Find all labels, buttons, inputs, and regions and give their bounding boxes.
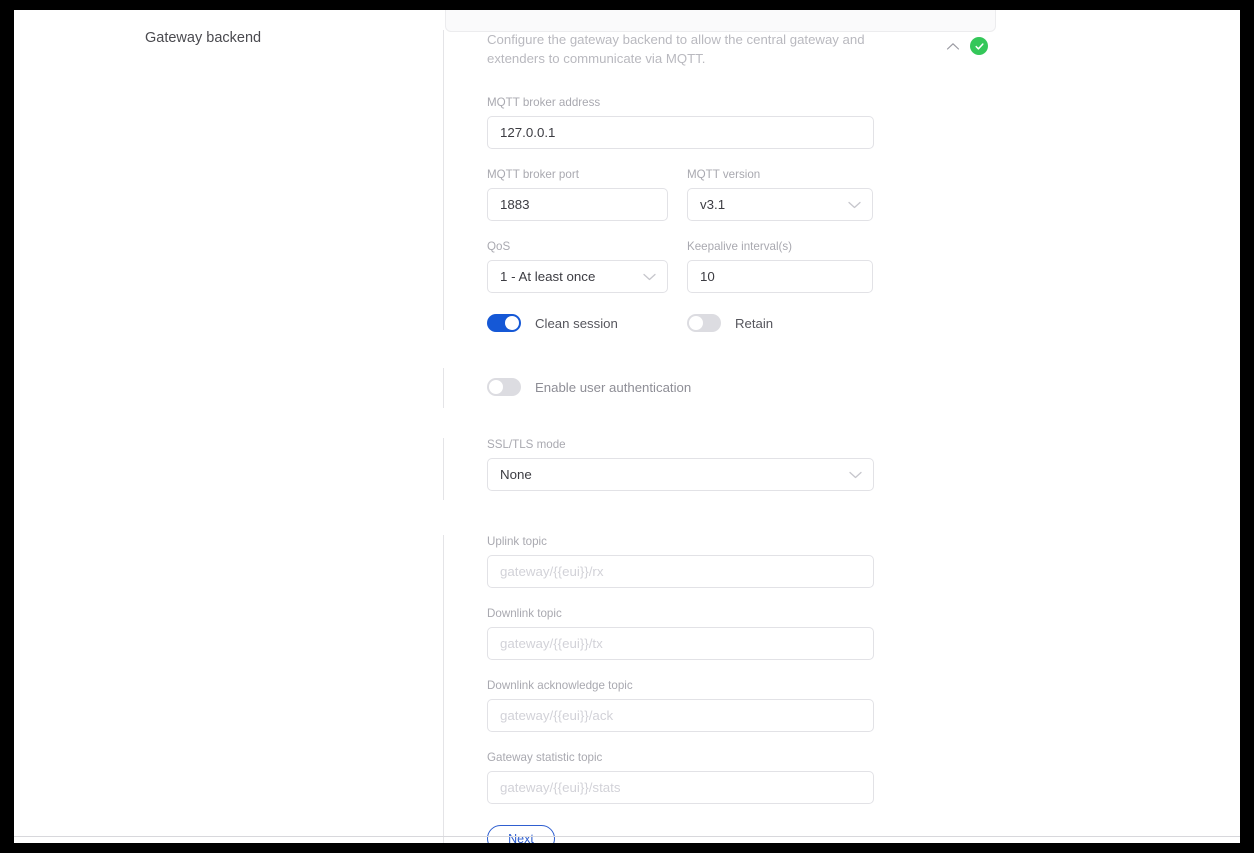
- ssl-tls-label: SSL/TLS mode: [487, 438, 566, 451]
- gateway-statistic-topic-label: Gateway statistic topic: [487, 751, 603, 764]
- broker-port-input[interactable]: 1883: [487, 188, 668, 221]
- user-authentication-toggle[interactable]: Enable user authentication: [487, 368, 1003, 396]
- next-button[interactable]: Next: [487, 825, 555, 843]
- broker-address-value: 127.0.0.1: [500, 125, 556, 140]
- mqtt-version-label: MQTT version: [687, 168, 761, 181]
- downlink-ack-topic-label: Downlink acknowledge topic: [487, 679, 633, 692]
- broker-address-field: MQTT broker address 127.0.0.1: [487, 96, 874, 149]
- uplink-topic-field: Uplink topic gateway/{{eui}}/rx: [487, 535, 874, 588]
- clean-session-label: Clean session: [535, 315, 618, 331]
- broker-port-value: 1883: [500, 197, 530, 212]
- downlink-topic-input[interactable]: gateway/{{eui}}/tx: [487, 627, 874, 660]
- user-authentication-label: Enable user authentication: [535, 379, 692, 395]
- keepalive-label: Keepalive interval(s): [687, 240, 793, 253]
- downlink-topic-label: Downlink topic: [487, 607, 562, 620]
- qos-value: 1 - At least once: [500, 269, 596, 284]
- section-description: Configure the gateway backend to allow t…: [487, 32, 865, 66]
- downlink-ack-topic-placeholder: gateway/{{eui}}/ack: [500, 708, 614, 723]
- downlink-ack-topic-input[interactable]: gateway/{{eui}}/ack: [487, 699, 874, 732]
- mqtt-version-select[interactable]: v3.1: [687, 188, 873, 221]
- mqtt-connection-group: Configure the gateway backend to allow t…: [443, 30, 1003, 332]
- toggle-switch-knob: [505, 316, 519, 330]
- mqtt-version-field: MQTT version v3.1: [687, 168, 873, 221]
- qos-label: QoS: [487, 240, 511, 253]
- broker-port-field: MQTT broker port 1883: [487, 168, 668, 221]
- gateway-statistic-topic-field: Gateway statistic topic gateway/{{eui}}/…: [487, 751, 874, 804]
- toggle-switch-track: [487, 314, 521, 332]
- toggle-switch-knob: [689, 316, 703, 330]
- uplink-topic-label: Uplink topic: [487, 535, 547, 548]
- qos-select[interactable]: 1 - At least once: [487, 260, 668, 293]
- mqtt-version-value: v3.1: [700, 197, 726, 212]
- keepalive-field: Keepalive interval(s) 10: [687, 240, 873, 293]
- footer-divider: [14, 836, 1240, 837]
- chevron-down-icon: [849, 471, 862, 479]
- toggle-switch-track: [487, 378, 521, 396]
- app-viewport: Gateway backend Configure the gateway ba…: [14, 10, 1240, 843]
- retain-label: Retain: [735, 315, 774, 331]
- check-circle-icon: [970, 37, 988, 55]
- topics-group: Uplink topic gateway/{{eui}}/rx Downlink…: [443, 535, 1003, 843]
- ssl-tls-field: SSL/TLS mode None: [487, 438, 874, 491]
- broker-port-label: MQTT broker port: [487, 168, 579, 181]
- downlink-topic-placeholder: gateway/{{eui}}/tx: [500, 636, 603, 651]
- ssl-tls-value: None: [500, 467, 532, 482]
- qos-field: QoS 1 - At least once: [487, 240, 668, 293]
- chevron-down-icon: [848, 201, 861, 209]
- gateway-statistic-topic-input[interactable]: gateway/{{eui}}/stats: [487, 771, 874, 804]
- user-authentication-group: Enable user authentication: [443, 368, 1003, 408]
- uplink-topic-placeholder: gateway/{{eui}}/rx: [500, 564, 604, 579]
- toggle-switch-knob: [489, 380, 503, 394]
- page-title: Gateway backend: [145, 30, 262, 46]
- clean-session-toggle[interactable]: Clean session: [487, 314, 668, 332]
- broker-address-input[interactable]: 127.0.0.1: [487, 116, 874, 149]
- toggle-switch-track: [687, 314, 721, 332]
- gateway-statistic-topic-placeholder: gateway/{{eui}}/stats: [500, 780, 621, 795]
- broker-address-label: MQTT broker address: [487, 96, 601, 109]
- downlink-topic-field: Downlink topic gateway/{{eui}}/tx: [487, 607, 874, 660]
- keepalive-value: 10: [700, 269, 715, 284]
- uplink-topic-input[interactable]: gateway/{{eui}}/rx: [487, 555, 874, 588]
- ssl-tls-select[interactable]: None: [487, 458, 874, 491]
- gateway-backend-form: Configure the gateway backend to allow t…: [443, 10, 1003, 843]
- keepalive-input[interactable]: 10: [687, 260, 873, 293]
- retain-toggle[interactable]: Retain: [687, 314, 873, 332]
- chevron-up-icon[interactable]: [944, 38, 962, 56]
- ssl-tls-group: SSL/TLS mode None: [443, 438, 1003, 500]
- downlink-ack-topic-field: Downlink acknowledge topic gateway/{{eui…: [487, 679, 874, 732]
- chevron-down-icon: [643, 273, 656, 281]
